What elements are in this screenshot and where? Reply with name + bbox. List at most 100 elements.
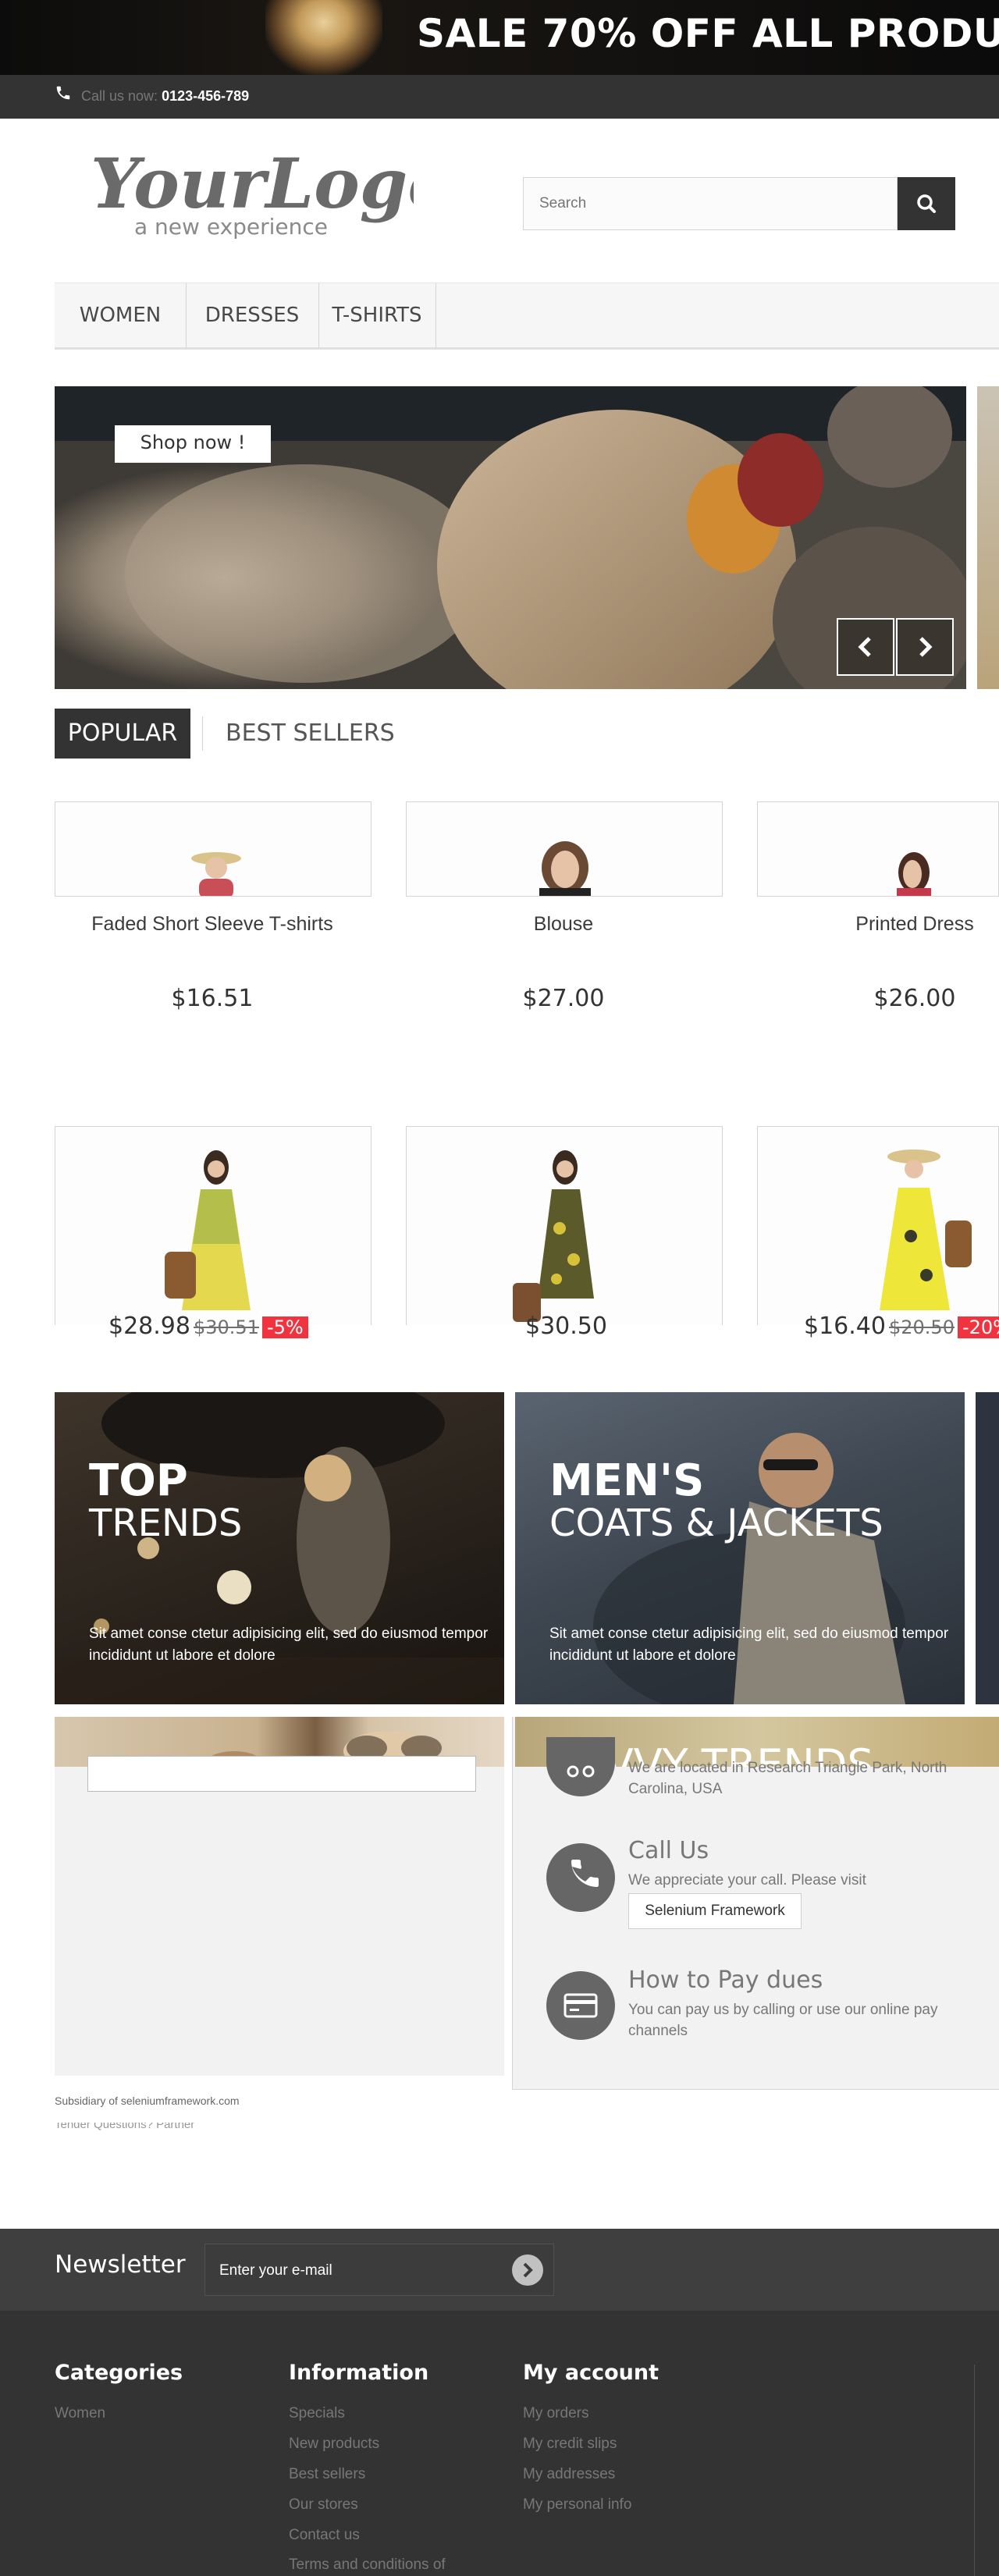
tab-best-sellers[interactable]: BEST SELLERS: [226, 709, 395, 759]
old-price: $20.50: [888, 1316, 955, 1338]
menu-item-women[interactable]: Women: [55, 283, 187, 348]
payment-icon: [546, 1971, 615, 2040]
product-image[interactable]: [406, 801, 723, 897]
promo-next-tile: [976, 1392, 999, 1704]
product-image[interactable]: [406, 1126, 723, 1325]
product-price: $28.98: [108, 1313, 190, 1340]
shop-now-button[interactable]: Shop now !: [115, 425, 271, 463]
sale-banner[interactable]: SALE 70% OFF ALL PRODUCTS: [0, 0, 999, 75]
location-icon: [546, 1737, 615, 1796]
footer-link-my-personal-info[interactable]: My personal info: [523, 2496, 631, 2514]
promo-text: Sit amet conse ctetur adipisicing elit, …: [89, 1626, 489, 1664]
footer-link-specials[interactable]: Specials: [289, 2405, 345, 2422]
footer-link-best-sellers[interactable]: Best sellers: [289, 2466, 365, 2483]
chevron-right-icon: [919, 637, 933, 657]
product-name[interactable]: Printed Dress: [751, 913, 999, 936]
product-price: $26.00: [873, 985, 956, 1012]
call-icon: [546, 1843, 615, 1912]
footer: [0, 2311, 999, 2576]
newsletter-box: [204, 2244, 554, 2297]
product-photo: [880, 1149, 972, 1310]
slider-prev-button[interactable]: [837, 618, 894, 676]
product-price-row: $16.40$20.50-20%: [804, 1313, 999, 1341]
footer-information-title: Information: [289, 2361, 429, 2385]
product-price-row: $28.98 $30.51 -5%: [108, 1313, 308, 1341]
promo-title: TOP: [89, 1455, 188, 1506]
footer-link-contact-us[interactable]: Contact us: [289, 2527, 360, 2544]
promo-top-trends[interactable]: TOP TRENDS Sit amet conse ctetur adipisi…: [55, 1392, 504, 1704]
logo-text: YourLogo: [91, 148, 414, 224]
product-price: $30.50: [525, 1313, 607, 1340]
pay-dues-title: How to Pay dues: [628, 1967, 823, 1994]
promo-subtitle: COATS & JACKETS: [549, 1501, 883, 1545]
product-price-row: $30.50: [525, 1313, 607, 1341]
newsletter-submit-button[interactable]: [512, 2254, 543, 2286]
product-photo: [897, 852, 931, 896]
chevron-left-icon: [858, 637, 871, 657]
call-us-title: Call Us: [628, 1837, 709, 1864]
footer-link-women[interactable]: Women: [55, 2405, 105, 2422]
selenium-framework-link[interactable]: Selenium Framework: [628, 1893, 802, 1929]
banner-model-image: [265, 0, 382, 75]
subsidiary-text: Subsidiary of seleniumframework.com: [55, 2095, 240, 2107]
search-input[interactable]: [524, 178, 897, 229]
footer-link-my-orders[interactable]: My orders: [523, 2405, 588, 2422]
product-image[interactable]: [55, 801, 372, 897]
product-price: $16.40: [804, 1313, 886, 1340]
footer-link-new-products[interactable]: New products: [289, 2436, 379, 2453]
search-button[interactable]: [898, 177, 955, 230]
pay-dues-text: You can pay us by calling or use our onl…: [628, 2002, 938, 2039]
promo-subtitle: TRENDS: [89, 1501, 243, 1545]
product-image[interactable]: [757, 1126, 999, 1325]
tab-popular[interactable]: POPULAR: [55, 709, 190, 759]
tab-divider: [202, 716, 203, 751]
call-label: Call us now:: [81, 88, 158, 104]
product-name[interactable]: Blouse: [400, 913, 727, 936]
product-photo: [513, 1150, 594, 1322]
footer-link-our-stores[interactable]: Our stores: [289, 2496, 358, 2514]
slider-next-button[interactable]: [896, 618, 954, 676]
promo-title: MEN'S: [549, 1455, 705, 1506]
newsletter-email-input[interactable]: [205, 2244, 502, 2297]
left-panel-input[interactable]: [87, 1756, 476, 1792]
footer-link-my-addresses[interactable]: My addresses: [523, 2466, 615, 2483]
footer-link-my-credit-slips[interactable]: My credit slips: [523, 2436, 617, 2453]
discount-badge: -20%: [957, 1316, 999, 1338]
site-logo[interactable]: YourLogo a new experience: [86, 148, 414, 242]
footer-link-terms[interactable]: Terms and conditions of: [289, 2556, 446, 2574]
phone-number: 0123-456-789: [162, 88, 250, 104]
discount-badge: -5%: [261, 1316, 308, 1338]
arrow-right-icon: [523, 2262, 533, 2278]
promo-mens-coats[interactable]: MEN'S COATS & JACKETS Sit amet conse cte…: [515, 1392, 965, 1704]
menu-item-dresses[interactable]: Dresses: [186, 283, 319, 348]
map-pin-icon: [567, 1765, 595, 1778]
promo-text: Sit amet conse ctetur adipisicing elit, …: [549, 1626, 949, 1664]
product-image[interactable]: [757, 801, 999, 897]
banner-text: SALE 70% OFF ALL PRODUCTS: [417, 11, 999, 56]
footer-account-title: My account: [523, 2361, 659, 2385]
faded-text: Tender Questions? Partner: [55, 2123, 195, 2131]
search-icon: [917, 194, 936, 213]
footer-divider: [974, 2365, 975, 2576]
credit-card-icon: [563, 1993, 598, 2018]
logo-tagline: a new experience: [134, 214, 328, 240]
product-photo: [539, 841, 591, 896]
slider-next-slide: [977, 386, 999, 689]
location-text: We are located in Research Triangle Park…: [628, 1760, 947, 1797]
newsletter-title: Newsletter: [55, 2251, 186, 2279]
footer-categories-title: Categories: [55, 2361, 183, 2385]
product-name[interactable]: Faded Short Sleeve T-shirts: [48, 913, 376, 936]
old-price: $30.51: [193, 1316, 259, 1338]
product-price: $16.51: [171, 985, 254, 1012]
menu-item-tshirts[interactable]: T-shirts: [318, 283, 436, 348]
phone-icon: [571, 1860, 599, 1887]
call-us-text: Call us now: 0123-456-789: [81, 88, 249, 105]
product-photo: [165, 1150, 251, 1310]
phone-icon: [56, 86, 70, 100]
call-us-text: We appreciate your call. Please visit: [628, 1872, 866, 1888]
product-image[interactable]: [55, 1126, 372, 1325]
main-menu: Women Dresses T-shirts: [55, 282, 999, 350]
search-box: [523, 177, 898, 230]
product-photo: [191, 852, 241, 896]
product-price: $27.00: [522, 985, 605, 1012]
